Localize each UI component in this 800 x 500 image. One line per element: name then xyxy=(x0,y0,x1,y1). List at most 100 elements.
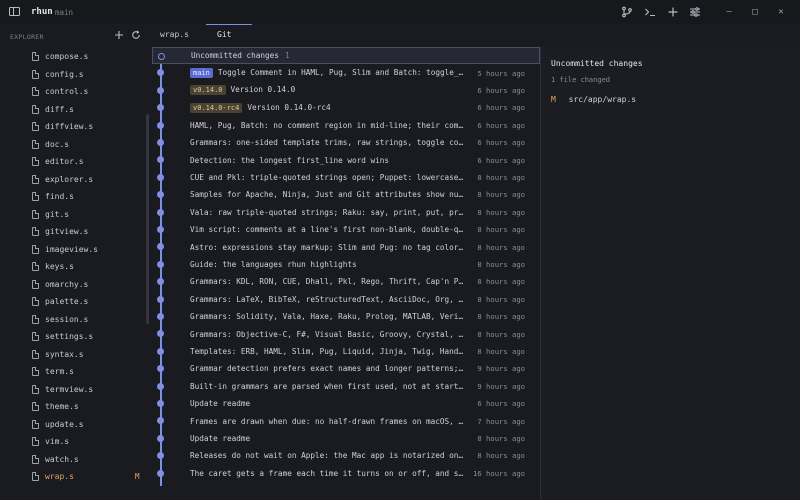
refresh-icon[interactable] xyxy=(130,29,142,41)
commit-message: Grammars: KDL, RON, CUE, Dhall, Pkl, Reg… xyxy=(190,277,465,287)
file-item[interactable]: watch.s xyxy=(0,451,152,469)
file-item[interactable]: term.s xyxy=(0,363,152,381)
file-name: diffview.s xyxy=(45,122,94,132)
file-item[interactable]: find.s xyxy=(0,188,152,206)
commit-row[interactable]: Grammars: one-sided template trims, raw … xyxy=(152,134,540,151)
file-list: compose.s config.s control.s diff.s diffview… xyxy=(0,48,152,486)
file-name: theme.s xyxy=(45,402,79,412)
file-item[interactable]: diff.s xyxy=(0,101,152,119)
file-item[interactable]: git.s xyxy=(0,206,152,224)
commit-row[interactable]: v0.14.0-rc4 Version 0.14.0-rc4 6 hours ago xyxy=(152,99,540,116)
file-item[interactable]: control.s xyxy=(0,83,152,101)
changed-file-item[interactable]: M src/app/wrap.s xyxy=(551,95,636,104)
file-name: control.s xyxy=(45,87,89,97)
commit-node-icon xyxy=(157,260,164,268)
commit-row[interactable]: The caret gets a frame each time it turn… xyxy=(152,465,540,482)
commit-node-icon xyxy=(157,52,165,60)
commit-time: 9 hours ago xyxy=(477,364,525,374)
commit-row[interactable]: CUE and Pkl: triple-quoted strings open;… xyxy=(152,169,540,186)
file-item[interactable]: compose.s xyxy=(0,48,152,66)
commit-message-cell: CUE and Pkl: triple-quoted strings open;… xyxy=(190,173,465,182)
commit-row[interactable]: Update readme 6 hours ago xyxy=(152,395,540,412)
explorer-header: EXPLORER xyxy=(10,33,44,41)
commit-row[interactable]: main Toggle Comment in HAML, Pug, Slim an… xyxy=(152,64,540,81)
file-item[interactable]: editor.s xyxy=(0,153,152,171)
file-icon xyxy=(32,437,39,447)
branch-name[interactable]: main xyxy=(55,8,73,17)
file-item[interactable]: termview.s xyxy=(0,381,152,399)
file-icon xyxy=(32,384,39,394)
new-file-icon[interactable] xyxy=(113,29,125,41)
minimize-icon[interactable]: – xyxy=(722,5,736,19)
sidebar-toggle-icon[interactable] xyxy=(9,7,20,16)
file-item[interactable]: vim.s xyxy=(0,433,152,451)
file-icon xyxy=(32,104,39,114)
commit-row[interactable]: Grammars: Solidity, Vala, Haxe, Raku, Pr… xyxy=(152,308,540,325)
commit-row[interactable]: Built-in grammars are parsed when first … xyxy=(152,378,540,395)
commit-row[interactable]: Guide: the languages rhun highlights 8 ho… xyxy=(152,256,540,273)
commit-row[interactable]: Vim script: comments at a line's first n… xyxy=(152,221,540,238)
commit-node-icon xyxy=(157,295,164,303)
commit-row[interactable]: Frames are drawn when due: no half-drawn… xyxy=(152,412,540,429)
file-item[interactable]: explorer.s xyxy=(0,171,152,189)
commit-message-cell: Samples for Apache, Ninja, Just and Git … xyxy=(190,190,465,199)
commit-message-cell: Grammars: Objective-C, F#, Visual Basic,… xyxy=(190,330,465,339)
file-icon xyxy=(32,209,39,219)
commit-message: Vim script: comments at a line's first n… xyxy=(190,225,465,235)
file-item[interactable]: settings.s xyxy=(0,328,152,346)
file-item[interactable]: keys.s xyxy=(0,258,152,276)
plus-icon[interactable] xyxy=(666,5,680,19)
commit-row[interactable]: Detection: the longest first_line word w… xyxy=(152,151,540,168)
file-name: git.s xyxy=(45,209,70,219)
commit-row[interactable]: Releases do not wait on Apple: the Mac a… xyxy=(152,447,540,464)
tab-wrap-s[interactable]: wrap.s xyxy=(160,24,189,44)
file-name: term.s xyxy=(45,367,74,377)
file-icon xyxy=(32,227,39,237)
close-icon[interactable]: ✕ xyxy=(774,5,788,19)
commit-row[interactable]: Vala: raw triple-quoted strings; Raku: s… xyxy=(152,204,540,221)
git-branch-icon[interactable] xyxy=(620,5,634,19)
commit-message: Update readme xyxy=(190,399,251,409)
file-name: wrap.s xyxy=(45,472,74,482)
commit-row-uncommitted[interactable]: Uncommitted changes 1 xyxy=(152,47,540,65)
commit-row[interactable]: Astro: expressions stay markup; Slim and… xyxy=(152,238,540,255)
commit-row[interactable]: Grammars: LaTeX, BibTeX, reStructuredTex… xyxy=(152,291,540,308)
file-name: imageview.s xyxy=(45,244,98,254)
commit-row[interactable]: Update readme 8 hours ago xyxy=(152,430,540,447)
file-item[interactable]: gitview.s xyxy=(0,223,152,241)
commit-message: Update readme xyxy=(190,433,251,443)
file-item[interactable]: syntax.s xyxy=(0,346,152,364)
sliders-icon[interactable] xyxy=(688,5,702,19)
commit-row[interactable]: Grammars: Objective-C, F#, Visual Basic,… xyxy=(152,325,540,342)
commit-row[interactable]: v0.14.0 Version 0.14.0 6 hours ago xyxy=(152,82,540,99)
commit-row[interactable]: Grammar detection prefers exact names an… xyxy=(152,360,540,377)
commit-row[interactable]: HAML, Pug, Batch: no comment region in m… xyxy=(152,117,540,134)
commit-time: 8 hours ago xyxy=(477,312,525,322)
file-item[interactable]: omarchy.s xyxy=(0,276,152,294)
file-icon xyxy=(32,139,39,149)
commit-row[interactable]: Samples for Apache, Ninja, Just and Git … xyxy=(152,186,540,203)
file-icon xyxy=(32,297,39,307)
file-item[interactable]: palette.s xyxy=(0,293,152,311)
terminal-icon[interactable] xyxy=(643,5,657,19)
commit-time: 8 hours ago xyxy=(477,242,525,252)
file-item[interactable]: imageview.s xyxy=(0,241,152,259)
commit-row[interactable]: Grammars: KDL, RON, CUE, Dhall, Pkl, Reg… xyxy=(152,273,540,290)
file-item[interactable]: config.s xyxy=(0,66,152,84)
tab-git[interactable]: Git xyxy=(206,24,252,44)
commit-node-icon xyxy=(157,243,164,251)
file-item[interactable]: wrap.s M xyxy=(0,468,152,486)
maximize-icon[interactable]: □ xyxy=(748,5,762,19)
file-item[interactable]: diffview.s xyxy=(0,118,152,136)
file-item[interactable]: theme.s xyxy=(0,398,152,416)
commit-message: Grammars: LaTeX, BibTeX, reStructuredTex… xyxy=(190,294,465,304)
commit-node-icon xyxy=(157,313,164,320)
version-tag: v0.14.0 xyxy=(190,85,226,96)
file-item[interactable]: doc.s xyxy=(0,136,152,154)
file-item[interactable]: session.s xyxy=(0,311,152,329)
file-item[interactable]: update.s xyxy=(0,416,152,434)
commit-node-icon xyxy=(157,104,164,112)
explorer-scrollbar[interactable] xyxy=(146,114,149,324)
commit-row[interactable]: Templates: ERB, HAML, Slim, Pug, Liquid,… xyxy=(152,343,540,360)
commit-time: 8 hours ago xyxy=(477,346,525,356)
